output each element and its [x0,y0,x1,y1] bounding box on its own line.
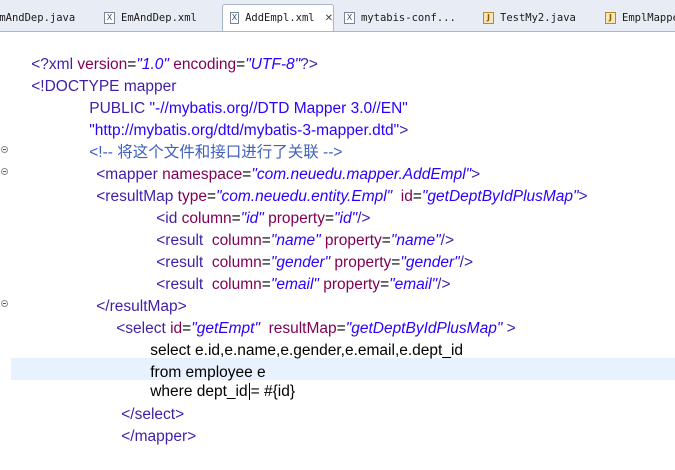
attribute-name: id [392,188,413,205]
tag-bracket: > [578,188,588,205]
tab-emanddep-java[interactable]: EmAndDep.java [0,4,76,30]
equals: = [236,56,246,73]
tab-label: EmplMappe [622,11,675,24]
code-line: <resultMap type="com.neuedu.entity.Empl"… [79,164,587,205]
code-line: </resultMap> [79,274,186,315]
tab-label: EmAndDep.xml [121,11,197,24]
attribute-value: "getDeptByIdPlusMap" [421,188,579,205]
code-line: </select> [104,382,184,423]
closing-tag: </mapper> [121,428,197,445]
code-line: <!-- 将这个文件和接口进行了关联 --> [72,120,342,161]
xml-file-icon: X [230,12,240,24]
tag-bracket: ?> [300,56,318,73]
text-caret [248,383,250,401]
tag-bracket: > [502,320,516,337]
equals: = [412,188,422,205]
close-icon[interactable]: ✕ [325,13,333,24]
tag-bracket: > [399,122,409,139]
tab-mytabis-conf[interactable]: X mytabis-conf... [343,4,457,30]
tab-testmy2-java[interactable]: J TestMy2.java [482,4,577,30]
xml-file-icon: X [104,11,115,24]
attribute-value: "email" [389,276,438,293]
equals: = [380,276,390,293]
tag-bracket: /> [459,254,473,271]
tab-label: EmAndDep.java [0,11,76,24]
tab-label: TestMy2.java [500,11,576,24]
xml-file-icon: X [344,11,355,24]
code-line: <result column="email" property="email"/… [139,252,450,293]
attribute-value: "email" [270,276,319,293]
code-line: <?xml version="1.0" encoding="UTF-8"?> [14,32,318,73]
equals: = [261,276,271,293]
tab-emplmapper-java[interactable]: J EmplMappe [604,4,675,30]
code-line: "http://mybatis.org/dtd/mybatis-3-mapper… [72,98,408,139]
tab-label: AddEmpl.xml [245,12,315,24]
editor-tab-bar: EmAndDep.java X EmAndDep.xml X AddEmpl.x… [0,0,675,32]
fold-toggle-icon[interactable] [1,146,8,153]
attribute-name: encoding [168,56,237,73]
code-line: <mapper namespace="com.neuedu.mapper.Add… [79,142,480,183]
tab-label: mytabis-conf... [361,11,456,24]
code-line: <id column="id" property="id"/> [139,186,370,227]
code-line: <select id="getEmpt" resultMap="getDeptB… [99,296,515,337]
tab-addempl-xml[interactable]: X AddEmpl.xml ✕ [222,4,334,31]
sql-text: = #{id} [250,383,296,400]
attribute-name: property [318,276,381,293]
code-line: <result column="name" property="name"/> [139,208,454,249]
java-file-icon: J [483,11,494,24]
fold-toggle-icon[interactable] [1,168,8,175]
code-line: </mapper> [104,404,196,445]
fold-toggle-icon[interactable] [1,300,8,307]
xml-editor[interactable]: <?xml version="1.0" encoding="UTF-8"?> <… [0,32,675,448]
code-line: PUBLIC "-//mybatis.org//DTD Mapper 3.0//… [72,76,408,117]
code-line-current: where dept_id = #{id} [133,359,295,401]
tag-bracket: /> [437,276,451,293]
code-line: select e.id,e.name,e.gender,e.email,e.de… [133,318,463,359]
code-line: <!DOCTYPE mapper [14,54,176,95]
folding-ruler [0,32,11,448]
code-line: <result column="gender" property="gender… [139,230,473,271]
attribute-value: "UTF-8" [245,56,301,73]
attribute-name: column [211,276,262,293]
tab-emanddep-xml[interactable]: X EmAndDep.xml [103,4,198,30]
java-file-icon: J [605,11,616,24]
